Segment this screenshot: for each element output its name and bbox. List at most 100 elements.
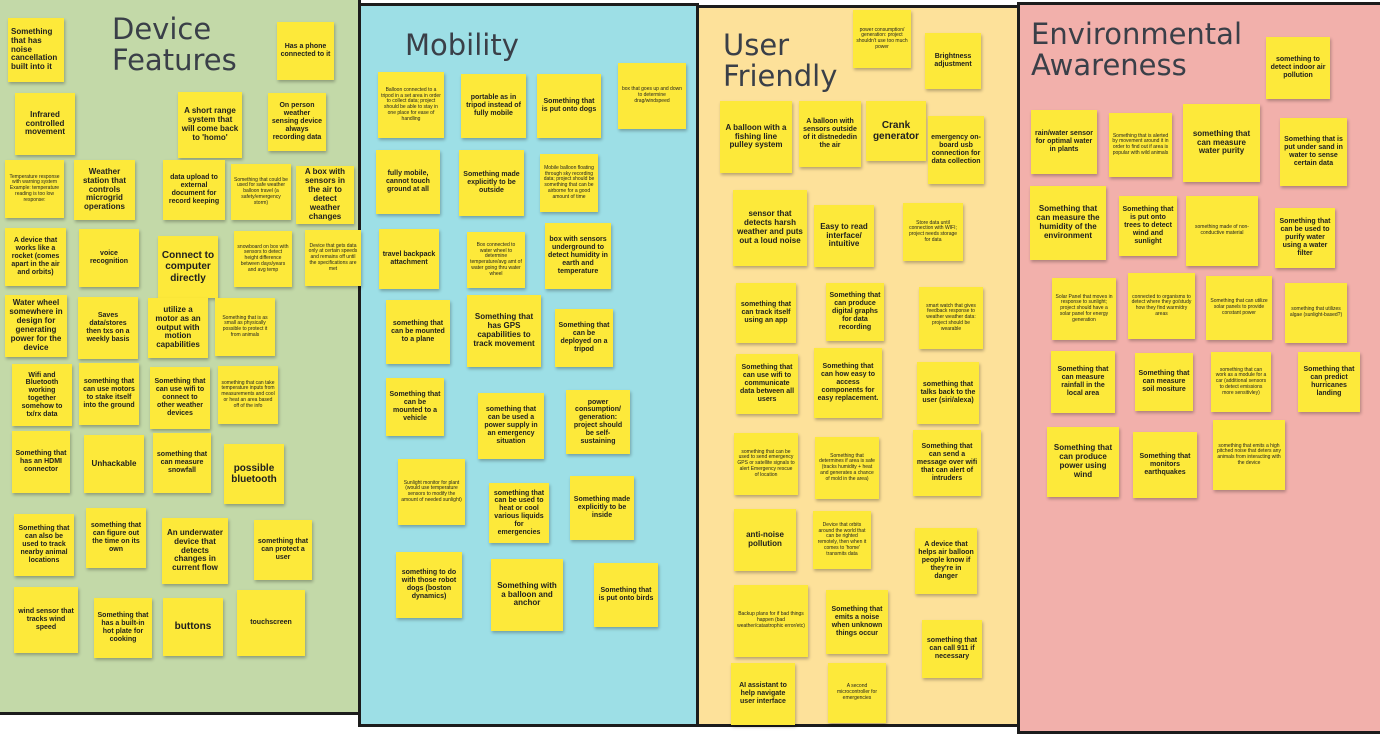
sticky-note[interactable]: Device that orbits around the world that… (813, 511, 871, 569)
sticky-note[interactable]: something that can be used to heat or co… (489, 483, 549, 543)
sticky-note[interactable]: Backup plans for if bad things happen (b… (734, 585, 808, 657)
sticky-note[interactable]: something to do with those robot dogs (b… (396, 552, 462, 618)
sticky-note[interactable]: something that can protect a user (254, 520, 312, 580)
sticky-note[interactable]: something made of non-conductive materia… (1186, 196, 1258, 266)
sticky-note[interactable]: Something that can use wifi to connect t… (150, 367, 210, 429)
sticky-note[interactable]: emergency on-board usb connection for da… (928, 116, 984, 184)
sticky-note[interactable]: Something that has a built-in hot plate … (94, 598, 152, 658)
sticky-note[interactable]: Something that has an HDMI connector (12, 431, 70, 493)
sticky-note[interactable]: Something that can use wifi to communica… (736, 354, 798, 414)
sticky-note[interactable]: Something made explicitly to be outside (459, 150, 524, 216)
sticky-note[interactable]: buttons (163, 598, 223, 656)
sticky-note[interactable]: something that emits a high pitched nois… (1213, 420, 1285, 490)
sticky-note[interactable]: A second microcontroller for emergencies (828, 663, 886, 723)
sticky-note[interactable]: Water wheel somewhere in design for gene… (5, 295, 67, 357)
sticky-note[interactable]: Device that gets data only at certain sp… (305, 230, 361, 286)
sticky-note[interactable]: box with sensors underground to detect h… (545, 223, 611, 289)
sticky-note[interactable]: Something that can send a message over w… (913, 430, 981, 496)
sticky-note[interactable]: something that can use motors to stake i… (79, 363, 139, 425)
sticky-note[interactable]: power consumption/ generation: project s… (853, 10, 911, 68)
sticky-note[interactable]: something that can figure out the time o… (86, 508, 146, 568)
sticky-note[interactable]: something that can work as a module for … (1211, 352, 1271, 412)
sticky-note[interactable]: Something that is as small as physically… (215, 298, 275, 356)
sticky-note[interactable]: A short range system that will come back… (178, 92, 242, 158)
sticky-note[interactable]: Something that monitors earthquakes (1133, 432, 1197, 498)
sticky-note[interactable]: Weather station that controls microgrid … (74, 160, 135, 220)
sticky-note[interactable]: Solar Panel that moves in response to su… (1052, 278, 1116, 340)
sticky-note[interactable]: Something that can be used to purify wat… (1275, 208, 1335, 268)
sticky-note[interactable]: wind sensor that tracks wind speed (14, 587, 78, 653)
sticky-note[interactable]: voice recognition (79, 229, 139, 287)
sticky-note[interactable]: Connect to computer directly (158, 236, 218, 298)
sticky-note[interactable]: Balloon connected to a tripod in a set a… (378, 72, 444, 138)
sticky-note[interactable]: something that talks back to the user (s… (917, 362, 979, 424)
sticky-note[interactable]: An underwater device that detects change… (162, 518, 228, 584)
sticky-note[interactable]: box that goes up and down to determine d… (618, 63, 686, 129)
sticky-note[interactable]: Something that could be used for safe we… (231, 164, 291, 220)
sticky-note[interactable]: Something that is alerted by movement ar… (1109, 113, 1172, 177)
sticky-note[interactable]: A balloon with sensors outside of it dis… (799, 101, 861, 167)
sticky-note[interactable]: something that can be used a power suppl… (478, 393, 544, 459)
sticky-note[interactable]: Something that can predict hurricanes la… (1298, 352, 1360, 412)
sticky-note[interactable]: Crank generator (866, 101, 926, 161)
sticky-note[interactable]: Sunlight monitor for plant (would use te… (398, 459, 465, 525)
sticky-note[interactable]: Store data until connection with WIFI; p… (903, 203, 963, 261)
sticky-note[interactable]: A box with sensors in the air to detect … (296, 166, 354, 224)
sticky-note[interactable]: Temperature response with warning system… (5, 160, 64, 218)
sticky-note[interactable]: something that can be mounted to a plane (386, 300, 450, 364)
sticky-note[interactable]: fully mobile, cannot touch ground at all (376, 150, 440, 214)
sticky-note[interactable]: Something that can be mounted to a vehic… (386, 378, 444, 436)
sticky-note[interactable]: something to detect indoor air pollution (1266, 37, 1330, 99)
sticky-note[interactable]: anti-noise pollution (734, 509, 796, 571)
sticky-note[interactable]: utilize a motor as an output with motion… (148, 298, 208, 358)
sticky-note[interactable]: Something that is put onto dogs (537, 74, 601, 138)
sticky-note[interactable]: Something that is put onto trees to dete… (1119, 196, 1177, 256)
sticky-note[interactable]: Something made explicitly to be inside (570, 476, 634, 540)
sticky-note[interactable]: Something that is put onto birds (594, 563, 658, 627)
sticky-note[interactable]: Brightness adjustment (925, 33, 981, 89)
sticky-note[interactable]: something that utilizes algae (sunlight-… (1285, 283, 1347, 343)
sticky-note[interactable]: travel backpack attachment (379, 229, 439, 289)
sticky-note[interactable]: Mobile balloon floating through sky reco… (540, 154, 598, 212)
sticky-note[interactable]: Something that has noise cancellation bu… (8, 18, 64, 82)
sticky-note[interactable]: something that can measure water purity (1183, 104, 1260, 182)
sticky-note[interactable]: Saves data/stores then txs on a weekly b… (78, 297, 138, 359)
sticky-note[interactable]: Something that can also be used to track… (14, 514, 74, 576)
sticky-note[interactable]: something that can be used to send emerg… (734, 433, 798, 495)
sticky-note[interactable]: Something that can measure soil mositure (1135, 353, 1193, 411)
sticky-note[interactable]: data upload to external document for rec… (163, 160, 225, 220)
sticky-note[interactable]: Something that can measure rainfall in t… (1051, 351, 1115, 413)
sticky-note[interactable]: portable as in tripod instead of fully m… (461, 74, 526, 138)
sticky-note[interactable]: A balloon with a fishing line pulley sys… (720, 101, 792, 173)
sticky-note[interactable]: possible bluetooth (224, 444, 284, 504)
sticky-note[interactable]: Something that determines if area is saf… (815, 437, 879, 499)
sticky-note[interactable]: connected to organisms to detect where t… (1128, 273, 1195, 339)
sticky-note[interactable]: Unhackable (84, 435, 144, 493)
sticky-note[interactable]: Something that has GPS capabilities to t… (467, 295, 541, 367)
sticky-note[interactable]: On person weather sensing device always … (268, 93, 326, 151)
sticky-note[interactable]: Something that can utilize solar panels … (1206, 276, 1272, 340)
sticky-note[interactable]: Something that emits a noise when unknow… (826, 590, 888, 654)
sticky-note[interactable]: AI assistant to help navigate user inter… (731, 663, 795, 725)
sticky-note[interactable]: something that can call 911 if necessary (922, 620, 982, 678)
sticky-note[interactable]: touchscreen (237, 590, 305, 656)
sticky-note[interactable]: sensor that detects harsh weather and pu… (733, 190, 807, 266)
sticky-note[interactable]: rain/water sensor for optimal water in p… (1031, 110, 1097, 174)
sticky-note[interactable]: Something that can be deployed on a trip… (555, 309, 613, 367)
sticky-note[interactable]: power consumption/ generation: project s… (566, 390, 630, 454)
sticky-note[interactable]: Something that can produce power using w… (1047, 427, 1119, 497)
sticky-note[interactable]: Something that is put under sand in wate… (1280, 118, 1347, 186)
sticky-note[interactable]: something that can measure snowfall (153, 433, 211, 493)
sticky-note[interactable]: something that can track itself using an… (736, 283, 796, 343)
sticky-note[interactable]: Has a phone connected to it (277, 22, 334, 80)
sticky-note[interactable]: smart watch that gives feedback response… (919, 287, 983, 349)
sticky-note[interactable]: Something that can how easy to access co… (814, 348, 882, 418)
sticky-note[interactable]: Something that can produce digital graph… (826, 283, 884, 341)
sticky-note[interactable]: Box connected to water wheel to determin… (467, 232, 525, 288)
sticky-note[interactable]: something that can take temperature inpu… (218, 366, 278, 424)
sticky-note[interactable]: Wifi and Bluetooth working together some… (12, 364, 72, 426)
sticky-note[interactable]: A device that helps air balloon people k… (915, 528, 977, 594)
sticky-note[interactable]: A device that works like a rocket (comes… (5, 228, 66, 286)
sticky-note[interactable]: Something that can measure the humidity … (1030, 186, 1106, 260)
sticky-note[interactable]: Easy to read interface/ intuitive (814, 205, 874, 267)
